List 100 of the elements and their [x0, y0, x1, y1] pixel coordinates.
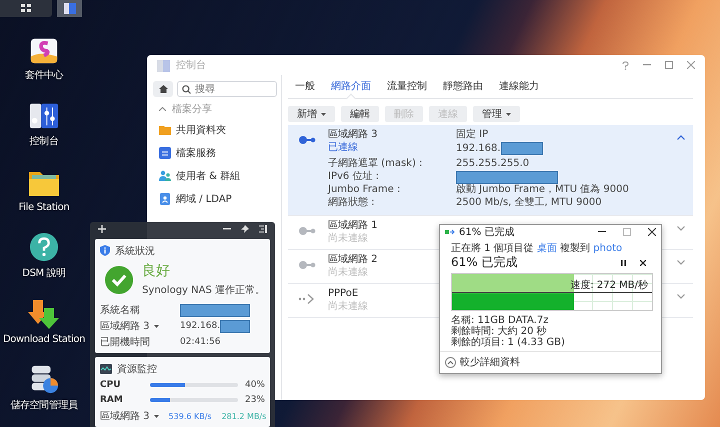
interface-name: 區域網路 3: [328, 129, 379, 141]
pin-icon[interactable]: [241, 224, 249, 232]
detail-value: 啟動 Jumbo Frame，MTU 值為 9000: [456, 184, 629, 196]
question-mark-icon[interactable]: [28, 232, 60, 262]
check-circle-icon: [105, 264, 134, 296]
tab[interactable]: 連線能力: [492, 79, 546, 98]
help-icon[interactable]: [622, 60, 629, 70]
grid-icon: [21, 4, 31, 13]
detail-value: 2500 Mb/s, 全雙工, MTU 9000: [456, 197, 602, 209]
desktop-icon-label: DSM 說明: [22, 266, 66, 280]
close-icon[interactable]: [640, 260, 646, 266]
status-value: 02:41:56: [180, 337, 220, 347]
desktop-icon-label: 套件中心: [24, 68, 64, 82]
ip-address: 192.168.: [456, 142, 501, 154]
detail-label: IPv6 位址 :: [328, 171, 379, 183]
maximize-icon[interactable]: [665, 61, 673, 69]
progress-heading: 61% 已完成: [451, 255, 518, 270]
sidebar-item[interactable]: 共用資料夾: [176, 122, 226, 136]
transfer-detail: 剩餘時間: 大約 20 秒: [451, 326, 548, 337]
interface-name: PPPoE: [328, 288, 360, 300]
minimize-icon[interactable]: [223, 228, 231, 230]
status-label: 系統名稱: [100, 304, 140, 317]
search-field[interactable]: 搜尋: [177, 81, 277, 97]
control-panel-icon: [64, 3, 76, 14]
transfer-detail: 剩餘的項目: 1 (4.33 GB): [451, 337, 566, 348]
window-title: 61% 已完成: [459, 226, 514, 239]
info-shield-icon: [100, 245, 110, 256]
add-icon[interactable]: [98, 224, 106, 232]
desktop-icon-label: Download Station: [2, 334, 86, 345]
chevron-icon[interactable]: [677, 135, 685, 140]
panel-dock-icon[interactable]: [259, 224, 267, 232]
copy-icon: [445, 228, 455, 236]
download-speed: 281.2 MB/s: [222, 412, 266, 420]
destination-link[interactable]: photo: [593, 243, 622, 254]
sidebar-item[interactable]: 使用者 & 群組: [176, 168, 240, 182]
detail-label: 子網路遮罩 (mask) :: [328, 158, 422, 170]
search-icon: [182, 85, 191, 94]
ip-mode: 固定 IP: [456, 129, 490, 141]
interface-row[interactable]: 區域網路 3 已連線 固定 IP 192.168. 子網路遮罩 (mask) : 255.255.255.0 IPv6 位址 : Jumbo Frame : 啟動 Jumbo Frame，MTU 值為 9000 網路狀態 : 2500 Mb/s, 全雙工, MTU 9000: [288, 125, 693, 216]
desktop-icon-label: 控制台: [30, 134, 58, 148]
speed-label: 速度: 272 MB/秒: [570, 280, 648, 291]
widget-title: 資源監控: [117, 362, 157, 376]
desktop-icon-label: 儲存空間管理員: [10, 398, 78, 412]
connection-status: 已連線: [328, 142, 359, 154]
upload-speed: 539.6 KB/s: [168, 412, 212, 420]
interface-dropdown[interactable]: 區域網路 3: [100, 409, 159, 423]
users-icon: [159, 170, 171, 182]
taskbar-app-button[interactable]: [57, 0, 82, 17]
tab[interactable]: 流量控制: [380, 79, 434, 98]
control-panel-icon: [157, 58, 170, 72]
meter-label: RAM: [100, 395, 124, 405]
id-card-icon: [159, 192, 171, 204]
interface-name: 區域網路 1: [328, 220, 379, 232]
copy-status-text: 正在將 1 個項目從 桌面 複製到 photo: [451, 243, 624, 255]
sidebar-item[interactable]: 檔案服務: [176, 146, 216, 160]
widget-title: 系統狀況: [115, 244, 155, 258]
desktop-icon-label: File Station: [18, 202, 70, 213]
dropdown-button[interactable]: 管理: [473, 106, 520, 122]
usage-reading: 23%: [244, 395, 265, 405]
window-title: 控制台: [176, 58, 206, 72]
meter-label: CPU: [100, 380, 122, 390]
connection-status: 尚未連線: [328, 301, 369, 313]
toolbar-button[interactable]: 編輯: [341, 106, 379, 122]
usage-reading: 40%: [244, 380, 265, 390]
section-title: 檔案分享: [172, 102, 212, 116]
detail-label: 網路狀態 :: [328, 197, 375, 209]
transfer-detail: 名稱: 11GB DATA.7z: [451, 315, 550, 326]
chevron-icon[interactable]: [677, 260, 685, 265]
home-button[interactable]: [153, 81, 173, 97]
file-share-icon: [159, 146, 171, 158]
caret-icon: [506, 112, 511, 116]
fewer-details-button[interactable]: 較少詳細資料: [445, 355, 520, 369]
source-link[interactable]: 桌面: [536, 243, 557, 254]
caret-icon: [321, 112, 326, 116]
detail-value: 255.255.255.0: [456, 158, 530, 170]
monitor-wave-icon: [100, 364, 112, 374]
dropdown-button[interactable]: 新增: [288, 106, 335, 122]
status-label: 已開機時間: [100, 336, 150, 349]
interface-dropdown[interactable]: 區域網路 3: [100, 319, 159, 333]
download-arrows-icon[interactable]: [28, 298, 60, 330]
folder-icon: [159, 124, 171, 136]
tab[interactable]: 靜態路由: [436, 79, 490, 98]
health-status: 良好: [142, 262, 172, 280]
close-icon[interactable]: [648, 228, 656, 236]
detail-label: Jumbo Frame :: [328, 184, 400, 196]
caret-icon: [154, 414, 159, 418]
minimize-icon[interactable]: [598, 231, 606, 233]
pause-icon[interactable]: [621, 260, 626, 266]
chevron-icon[interactable]: [677, 294, 685, 299]
connection-status: 尚未連線: [328, 267, 369, 279]
connection-status: 尚未連線: [328, 233, 369, 245]
sidebar-item[interactable]: 網域 / LDAP: [176, 192, 232, 206]
tab[interactable]: 一般: [288, 79, 322, 98]
caret-icon: [154, 324, 159, 328]
caret-icon: [159, 107, 166, 111]
chevron-icon[interactable]: [677, 226, 685, 231]
health-message: Synology NAS 運作正常。: [142, 284, 265, 297]
status-value: 192.168.: [180, 321, 220, 331]
chevron-up-icon: [445, 356, 456, 368]
main-menu-button[interactable]: [0, 0, 52, 17]
